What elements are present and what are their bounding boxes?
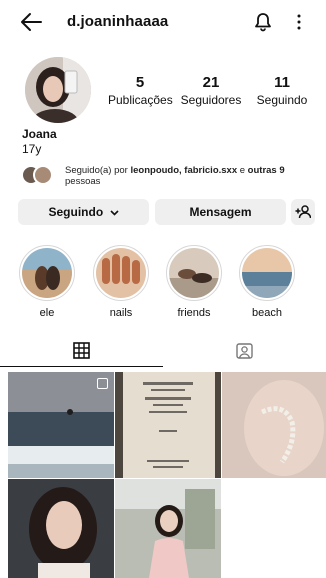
mutual-others: outras 9 (247, 165, 285, 176)
highlight-ring (19, 245, 75, 301)
stat-following-label: Seguindo (256, 93, 308, 107)
highlight-ring (166, 245, 222, 301)
stat-following[interactable]: 11 Seguindo (252, 74, 312, 108)
post-thumbnail[interactable] (115, 479, 221, 578)
highlight-ring (93, 245, 149, 301)
highlight-label: nails (109, 307, 133, 319)
tab-tagged[interactable] (163, 337, 326, 367)
add-person-icon (295, 205, 312, 219)
post-thumbnail[interactable] (222, 372, 326, 478)
more-vertical-icon[interactable] (294, 12, 304, 32)
highlight-image (242, 248, 292, 298)
highlight-label: ele (39, 307, 55, 319)
stat-posts-value: 5 (135, 74, 145, 91)
stat-posts[interactable]: 5 Publicações (108, 74, 173, 108)
add-person-button[interactable] (291, 199, 315, 225)
stat-followers[interactable]: 21 Seguidores (178, 74, 244, 108)
profile-bio: 17y (22, 142, 42, 156)
highlight-label: friends (177, 307, 211, 319)
tab-posts-grid[interactable] (0, 337, 163, 367)
following-button-label: Seguindo (48, 205, 104, 219)
post-thumbnail[interactable] (8, 479, 114, 578)
top-bar: d.joaninhaaaa (0, 0, 326, 44)
profile-name: Joana (22, 127, 57, 141)
mutual-avatar (33, 165, 53, 185)
mutual-names: leonpoudo, fabricio.sxx (130, 165, 238, 176)
stat-posts-label: Publicações (108, 93, 173, 107)
highlight-nails[interactable]: nails (93, 245, 149, 319)
post-thumbnail[interactable] (8, 372, 114, 478)
highlight-label: beach (252, 307, 282, 319)
mutual-avatars[interactable] (21, 165, 65, 187)
multi-post-icon (97, 378, 108, 389)
message-button[interactable]: Mensagem (155, 199, 286, 225)
mutual-prefix: Seguido(a) por (65, 165, 131, 176)
profile-avatar[interactable] (25, 57, 91, 123)
tagged-icon (236, 343, 253, 359)
bell-icon[interactable] (253, 12, 273, 32)
highlight-image (96, 248, 146, 298)
mutual-suffix: pessoas (65, 176, 101, 187)
highlight-image (22, 248, 72, 298)
mutual-middle: e (237, 165, 248, 176)
highlight-friends[interactable]: friends (166, 245, 222, 319)
highlight-image (169, 248, 219, 298)
chevron-down-icon (109, 210, 119, 216)
stat-followers-label: Seguidores (180, 93, 242, 107)
mutual-followers-text[interactable]: Seguido(a) por leonpoudo, fabricio.sxx e… (65, 165, 309, 187)
following-button[interactable]: Seguindo (18, 199, 149, 225)
arrow-left-icon[interactable] (20, 12, 42, 32)
stat-following-value: 11 (274, 74, 290, 91)
post-thumbnail[interactable] (115, 372, 221, 478)
highlight-ring (239, 245, 295, 301)
message-button-label: Mensagem (189, 205, 252, 219)
stat-followers-value: 21 (202, 74, 220, 91)
grid-icon (73, 342, 90, 359)
highlight-beach[interactable]: beach (239, 245, 295, 319)
highlight-ele[interactable]: ele (19, 245, 75, 319)
profile-username: d.joaninhaaaa (67, 13, 169, 30)
